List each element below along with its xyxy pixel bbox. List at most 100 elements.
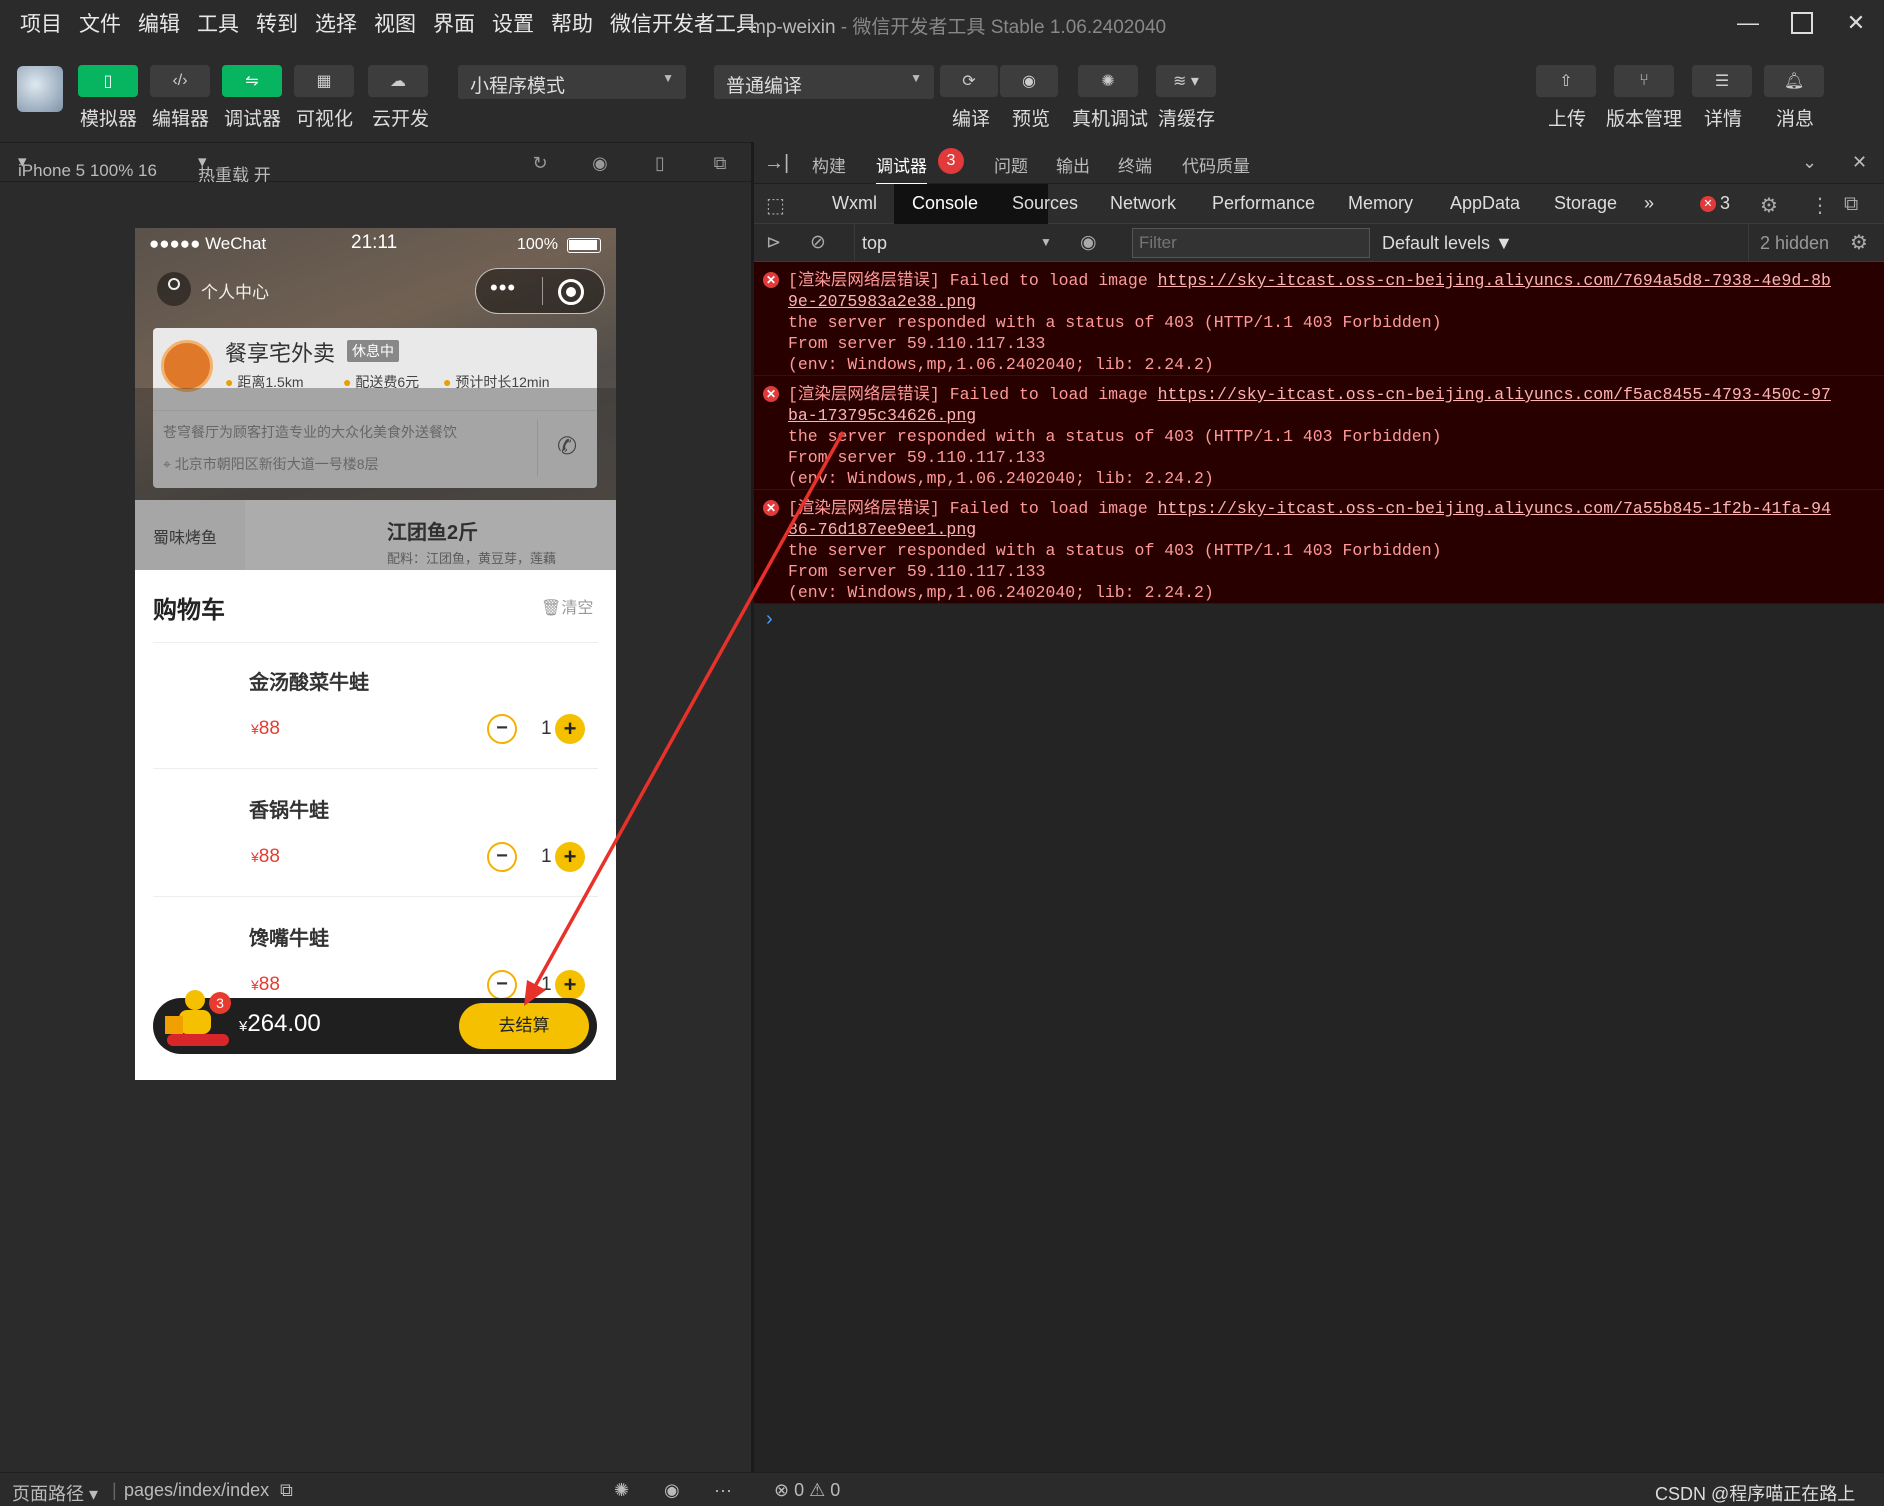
tab-sources[interactable]: Sources: [1012, 193, 1078, 214]
clear-console-icon[interactable]: ⊘: [810, 231, 826, 254]
decrease-button[interactable]: −: [487, 714, 517, 744]
menu-item-ui[interactable]: 界面: [433, 8, 475, 38]
tab-terminal[interactable]: 终端: [1118, 152, 1152, 177]
error-link[interactable]: ba-173795c34626.png: [788, 406, 976, 425]
increase-button[interactable]: +: [555, 714, 585, 744]
tab-storage[interactable]: Storage: [1554, 193, 1617, 214]
menu-item-help[interactable]: 帮助: [551, 8, 593, 38]
dock-icon[interactable]: →|: [764, 152, 789, 175]
error-link[interactable]: https://sky-itcast.oss-cn-beijing.aliyun…: [1158, 499, 1831, 518]
log-levels-select[interactable]: Default levels ▼: [1382, 233, 1513, 254]
kebab-menu-icon[interactable]: ⋮: [1810, 193, 1830, 218]
visual-toggle-button[interactable]: ▦: [294, 65, 354, 97]
page-path-select[interactable]: 页面路径 ▾: [12, 1480, 98, 1506]
details-button[interactable]: ☰: [1692, 65, 1752, 97]
tab-output[interactable]: 输出: [1056, 152, 1090, 177]
more-icon[interactable]: •••: [490, 275, 516, 301]
menu-item-select[interactable]: 选择: [315, 8, 357, 38]
tab-build[interactable]: 构建: [812, 152, 846, 177]
menu-item-view[interactable]: 视图: [374, 8, 416, 38]
cloud-button[interactable]: ☁: [368, 65, 428, 97]
compile-button[interactable]: ⟳: [940, 65, 998, 97]
version-control-button[interactable]: ⑂: [1614, 65, 1674, 97]
rotate-icon[interactable]: ↻: [528, 151, 552, 175]
tab-code-quality[interactable]: 代码质量: [1182, 152, 1250, 177]
shop-name: 餐享宅外卖: [225, 341, 336, 366]
menu-item-edit[interactable]: 编辑: [138, 8, 180, 38]
bug-icon[interactable]: ✺: [614, 1480, 629, 1501]
more-tabs-icon[interactable]: »: [1644, 193, 1654, 214]
close-miniprogram-icon[interactable]: [558, 279, 584, 305]
error-link[interactable]: https://sky-itcast.oss-cn-beijing.aliyun…: [1158, 385, 1831, 404]
tab-network[interactable]: Network: [1110, 193, 1176, 214]
gear-icon[interactable]: ⚙: [1850, 230, 1868, 255]
gear-icon[interactable]: ⚙: [1760, 193, 1778, 218]
inspect-icon[interactable]: ⬚: [766, 193, 785, 218]
compile-mode-select[interactable]: 普通编译 ▼: [714, 65, 934, 99]
sidebar-toggle-icon[interactable]: ⊳: [766, 232, 781, 253]
eye-icon[interactable]: ◉: [664, 1480, 680, 1501]
error-link[interactable]: https://sky-itcast.oss-cn-beijing.aliyun…: [1158, 271, 1831, 290]
tab-debugger[interactable]: 调试器: [876, 152, 927, 185]
menu-item-settings[interactable]: 设置: [492, 8, 534, 38]
simulator-toggle-button[interactable]: ▯: [78, 65, 138, 97]
record-icon[interactable]: ◉: [588, 151, 612, 175]
menu-item-wechat-devtools[interactable]: 微信开发者工具: [610, 8, 757, 38]
menu-item-project[interactable]: 项目: [20, 8, 62, 38]
error-link[interactable]: 86-76d187ee9ee1.png: [788, 520, 976, 539]
device-select[interactable]: iPhone 5 100% 16 ▾: [18, 152, 157, 180]
decrease-button[interactable]: −: [487, 842, 517, 872]
preview-button[interactable]: ◉: [1000, 65, 1058, 97]
tab-appdata[interactable]: AppData: [1450, 193, 1520, 214]
popout-icon[interactable]: ⧉: [708, 151, 732, 175]
close-icon[interactable]: ✕: [1836, 8, 1876, 38]
tab-issues[interactable]: 问题: [994, 152, 1028, 177]
increase-button[interactable]: +: [555, 842, 585, 872]
cloud-label: 云开发: [372, 109, 430, 130]
avatar[interactable]: [17, 66, 63, 112]
more-icon[interactable]: ···: [714, 1480, 732, 1501]
context-select[interactable]: top: [862, 233, 887, 254]
tab-wxml[interactable]: Wxml: [832, 193, 877, 214]
capsule-button[interactable]: •••: [475, 268, 605, 314]
copy-icon[interactable]: ⧉: [280, 1480, 293, 1501]
editor-toggle-button[interactable]: ‹/›: [150, 65, 210, 97]
clear-label: 清空: [561, 600, 594, 617]
mode-select[interactable]: 小程序模式 ▼: [458, 65, 686, 99]
menu-item-goto[interactable]: 转到: [256, 8, 298, 38]
status-badge: 休息中: [347, 340, 399, 362]
eye-icon[interactable]: ◉: [1080, 231, 1097, 254]
debugger-toggle-button[interactable]: ⇋: [222, 65, 282, 97]
close-icon[interactable]: ✕: [1852, 152, 1867, 173]
upload-button[interactable]: ⇧: [1536, 65, 1596, 97]
real-device-debug-button[interactable]: ✺: [1078, 65, 1138, 97]
messages-button[interactable]: 🔔︎: [1764, 65, 1824, 97]
decrease-button[interactable]: −: [487, 970, 517, 1000]
minimize-icon[interactable]: —: [1728, 8, 1768, 38]
undock-icon[interactable]: ⧉: [1844, 193, 1858, 216]
clear-cart-button[interactable]: 🗑︎清空: [541, 594, 593, 618]
phone-icon[interactable]: ▯: [648, 151, 672, 175]
console-filter-input[interactable]: [1132, 228, 1370, 258]
devtools-tabs: ⬚ Wxml Console Sources Network Performan…: [754, 184, 1884, 224]
error-warning-count[interactable]: ⊗ 0 ⚠ 0: [774, 1480, 840, 1501]
tab-memory[interactable]: Memory: [1348, 193, 1413, 214]
tab-console[interactable]: Console: [912, 193, 978, 214]
increase-button[interactable]: +: [555, 970, 585, 1000]
chevron-down-icon[interactable]: ▼: [1040, 235, 1052, 249]
tab-performance[interactable]: Performance: [1212, 193, 1315, 214]
profile-link[interactable]: 个人中心: [201, 278, 269, 303]
menu-item-tools[interactable]: 工具: [197, 8, 239, 38]
console-prompt[interactable]: ›: [766, 608, 773, 631]
clear-cache-button[interactable]: ≋ ▾: [1156, 65, 1216, 97]
user-icon[interactable]: [157, 272, 191, 306]
maximize-icon[interactable]: [1782, 8, 1822, 38]
cart-title: 购物车: [153, 597, 225, 624]
error-count[interactable]: 3: [1720, 193, 1730, 214]
menu-item-file[interactable]: 文件: [79, 8, 121, 38]
hot-reload-toggle[interactable]: 热重载 开 ▾: [198, 152, 271, 185]
console-error: ✕ [渲染层网络层错误] Failed to load image https:…: [754, 262, 1884, 376]
chevron-down-icon[interactable]: ⌄: [1802, 152, 1817, 173]
checkout-button[interactable]: 去结算: [459, 1003, 589, 1049]
error-link[interactable]: 9e-2075983a2e38.png: [788, 292, 976, 311]
